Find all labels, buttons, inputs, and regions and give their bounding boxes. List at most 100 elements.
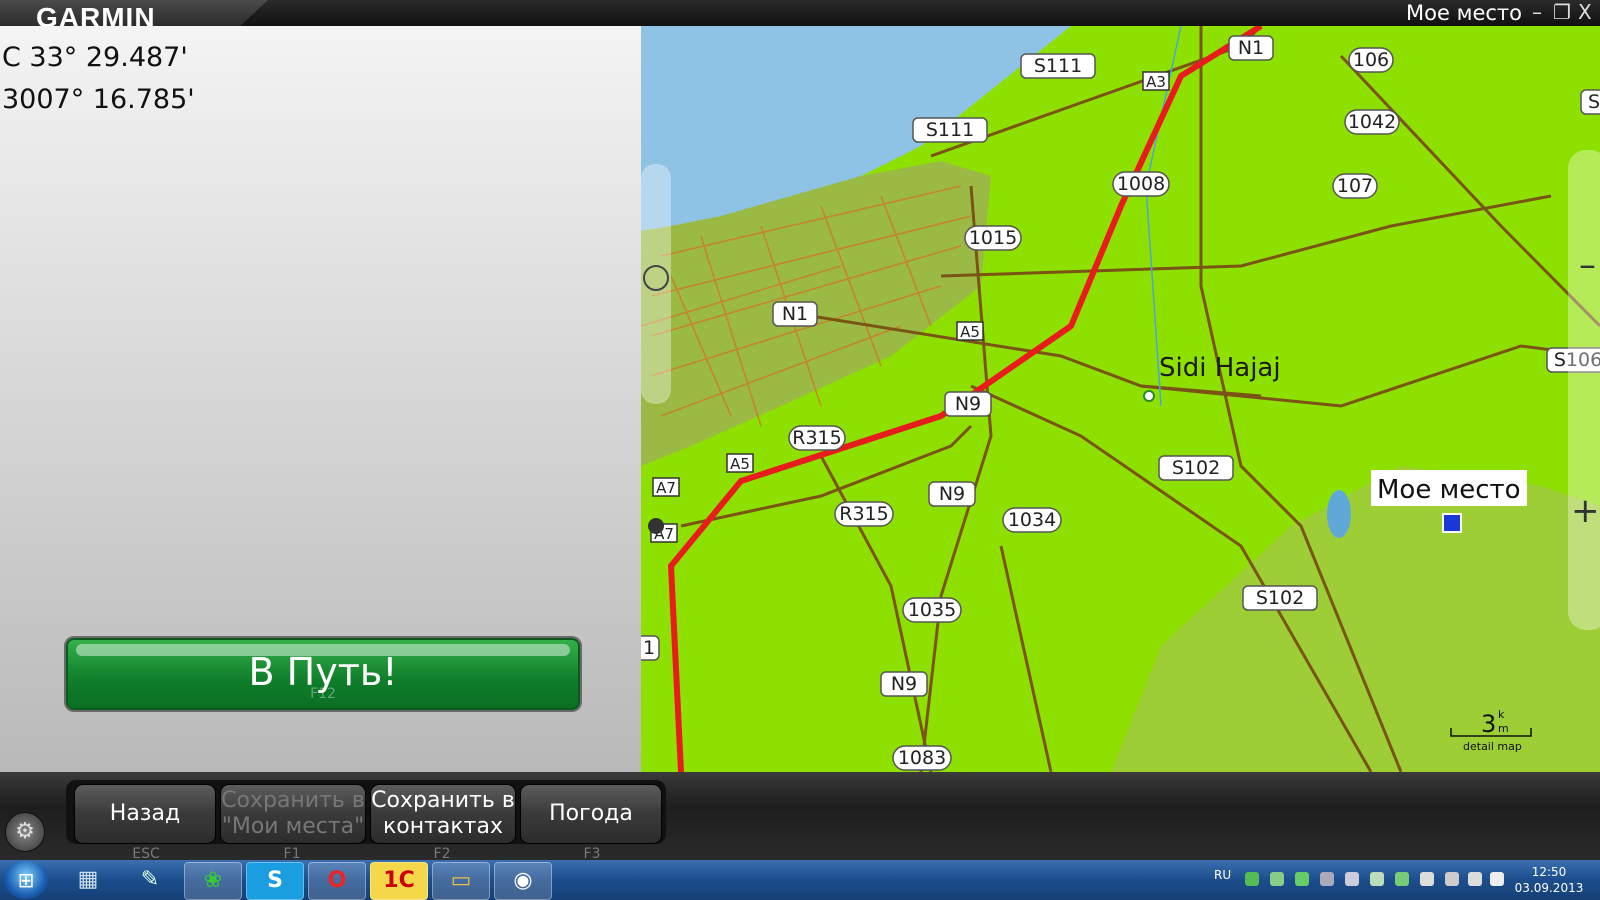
volume-icon[interactable] [1468, 872, 1482, 886]
autoroute-shield: A3 [1142, 71, 1170, 91]
explorer-icon[interactable]: ▭ [432, 862, 490, 900]
restore-button[interactable]: ❐ [1553, 1, 1571, 23]
tray-icon[interactable] [1420, 872, 1434, 886]
bottom-toolbar: ⚙ Назад Сохранить в "Мои места" Сохранит… [0, 772, 1600, 862]
back-button-label: Назад [109, 801, 181, 826]
road-shield: R315 [834, 501, 894, 527]
settings-icon[interactable]: ⚙ [5, 812, 45, 852]
road-shield: S102 [1158, 455, 1234, 481]
place-label: Мое место [1377, 475, 1521, 505]
road-shield: N1 [1228, 35, 1274, 61]
road-shield: N9 [944, 391, 992, 417]
lake [1327, 490, 1351, 538]
zoom-in-button[interactable]: + [1571, 491, 1600, 531]
save-to-contacts-label: Сохранить в контактах [371, 788, 515, 839]
road-shield: 107 [1332, 173, 1378, 199]
map-view[interactable]: N1 S111 S111 106 1042 107 1008 1015 N1 N… [641, 26, 1600, 772]
language-indicator[interactable]: RU [1214, 868, 1231, 882]
tray-icon[interactable] [1395, 872, 1409, 886]
road-shield: S [1580, 89, 1600, 115]
location-pin-icon[interactable] [648, 518, 664, 534]
svg-text:R315: R315 [839, 503, 888, 525]
road-shield: 1083 [892, 745, 952, 771]
svg-text:S102: S102 [1172, 457, 1220, 479]
svg-text:S: S [1588, 91, 1600, 113]
tray-icon[interactable] [1295, 872, 1309, 886]
skype-icon[interactable]: S [246, 862, 304, 900]
notepad-icon[interactable]: ✎ [122, 862, 178, 898]
svg-text:N9: N9 [955, 393, 981, 415]
town-marker [1143, 390, 1155, 402]
svg-text:1042: 1042 [1348, 111, 1396, 133]
svg-text:1015: 1015 [969, 227, 1017, 249]
svg-text:A5: A5 [960, 323, 980, 341]
scale-unit-top: k [1498, 708, 1505, 721]
system-clock[interactable]: 12:50 03.09.2013 [1510, 864, 1588, 896]
road-shield: S111 [1020, 53, 1096, 79]
road-shield: N9 [880, 671, 928, 697]
svg-text:1: 1 [643, 637, 655, 659]
go-button[interactable]: В Путь! F12 [66, 638, 580, 710]
svg-text:1034: 1034 [1008, 509, 1056, 531]
scale-unit-bottom: m [1498, 722, 1509, 735]
title-bar: GARMIN Мое место – ❐ X [0, 0, 1600, 40]
window-title: Мое место [1406, 1, 1522, 25]
save-to-contacts-button[interactable]: Сохранить в контактах [370, 784, 516, 844]
go-button-hotkey: F12 [310, 686, 336, 702]
zoom-panel [1568, 150, 1600, 630]
opera-icon[interactable]: O [308, 862, 366, 900]
minimize-button[interactable]: – [1532, 1, 1542, 23]
svg-text:A7: A7 [656, 479, 676, 497]
icq-icon[interactable]: ❀ [184, 862, 242, 900]
weather-button[interactable]: Погода [520, 784, 662, 844]
zoom-out-button[interactable]: – [1579, 245, 1596, 285]
road-shield: N9 [928, 481, 976, 507]
svg-text:A5: A5 [730, 455, 750, 473]
svg-text:S102: S102 [1256, 587, 1304, 609]
start-button[interactable]: ⊞ [4, 861, 48, 899]
road-shield: 1015 [964, 225, 1022, 251]
back-button[interactable]: Назад [74, 784, 216, 844]
svg-text:S111: S111 [926, 119, 974, 141]
road-shield: 1008 [1112, 171, 1170, 197]
svg-text:S111: S111 [1034, 55, 1082, 77]
garmin-app-icon[interactable]: ◉ [494, 862, 552, 900]
weather-button-label: Погода [549, 801, 633, 826]
svg-text:107: 107 [1337, 175, 1373, 197]
svg-text:A3: A3 [1146, 73, 1166, 91]
road-shield: 1034 [1002, 507, 1062, 533]
tray-icon[interactable] [1345, 872, 1359, 886]
autoroute-shield: A7 [652, 477, 680, 497]
tray-icon[interactable] [1320, 872, 1334, 886]
calculator-icon[interactable]: ▦ [60, 862, 116, 898]
svg-text:106: 106 [1353, 49, 1389, 71]
svg-text:N1: N1 [1238, 37, 1264, 59]
svg-text:N9: N9 [939, 483, 965, 505]
latitude-text: С 33° 29.487' [2, 42, 188, 73]
autoroute-shield: A5 [956, 321, 984, 341]
road-shield: S111 [912, 117, 988, 143]
tray-icon[interactable] [1370, 872, 1384, 886]
autoroute-shield: A5 [726, 453, 754, 473]
scale-value: 3 [1481, 710, 1496, 738]
tray-icon[interactable] [1245, 872, 1259, 886]
clock-time: 12:50 [1531, 865, 1567, 879]
road-shield: 1042 [1344, 109, 1400, 135]
my-place-marker[interactable] [1442, 513, 1462, 533]
town-label: Sidi Hajaj [1159, 353, 1281, 383]
network-icon[interactable] [1445, 872, 1459, 886]
flag-icon[interactable] [1490, 872, 1504, 886]
road-shield: 1035 [902, 597, 962, 623]
scale-caption: detail map [1463, 740, 1522, 753]
svg-text:1083: 1083 [898, 747, 946, 769]
tray-icon[interactable] [1270, 872, 1284, 886]
1c-icon[interactable]: 1C [370, 862, 428, 900]
svg-text:N1: N1 [782, 303, 808, 325]
windows-taskbar: ⊞ ▦ ✎ ❀ S O 1C ▭ ◉ RU 12:50 03.09.2013 [0, 860, 1600, 900]
save-to-my-places-label: Сохранить в "Мои места" [221, 788, 365, 839]
road-shield: 1 [641, 635, 660, 661]
clock-date: 03.09.2013 [1514, 881, 1584, 895]
close-button[interactable]: X [1578, 1, 1592, 23]
road-shield: S102 [1242, 585, 1318, 611]
svg-text:R315: R315 [792, 427, 841, 449]
